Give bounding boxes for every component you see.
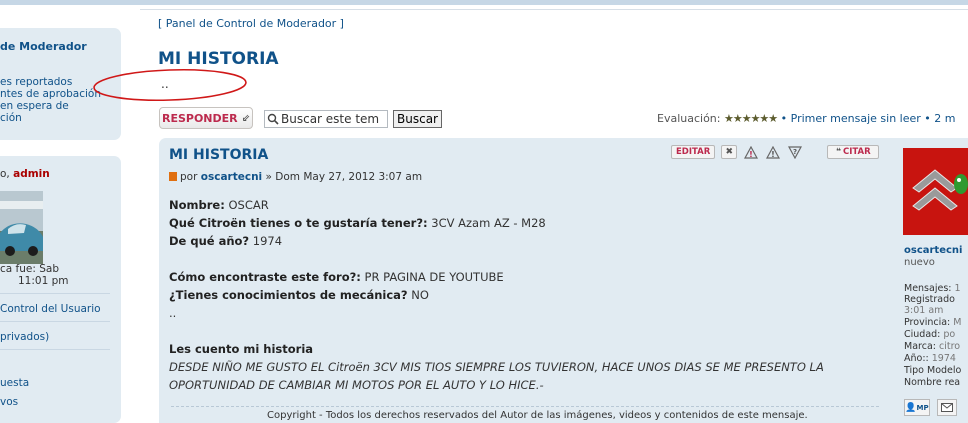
content-line: De qué año? 1974	[169, 234, 283, 248]
sidebar-item-waiting-cont[interactable]: ción	[0, 112, 22, 124]
profile-field: Mensajes: 1	[904, 283, 961, 294]
post-date: » Dom May 27, 2012 3:07 am	[265, 171, 423, 183]
greeting-prefix: o,	[0, 168, 14, 180]
content-line: Cómo encontraste este foro?: PR PAGINA D…	[169, 270, 504, 284]
content-line: Nombre: OSCAR	[169, 198, 269, 212]
svg-text:!: !	[749, 150, 753, 159]
sidebar-link-ucp[interactable]: Control del Usuario	[0, 303, 101, 315]
sidebar-item-waiting[interactable]: en espera de	[0, 100, 69, 112]
topic-rating-row: Evaluación: ★★★★★★ • Primer mensaje sin …	[657, 112, 955, 125]
quote-button[interactable]: ❝ CITAR	[827, 145, 880, 159]
report-icon[interactable]: !	[765, 145, 781, 159]
rating-label: Evaluación:	[657, 112, 721, 125]
top-border	[0, 0, 968, 5]
post-author-link[interactable]: oscartecni	[201, 171, 262, 183]
citroen-logo-icon	[903, 148, 968, 235]
meta-prefix: por	[180, 171, 198, 183]
email-button[interactable]	[937, 399, 957, 416]
sidebar-item-reported[interactable]: es reportados	[0, 76, 72, 88]
story-title: Les cuento mi historia	[169, 342, 314, 356]
quote-button-label: CITAR	[842, 147, 871, 157]
content-line: ¿Tienes conocimientos de mecánica? NO	[169, 288, 429, 302]
profile-field: 3:01 am	[904, 305, 944, 316]
post-icon[interactable]	[169, 172, 177, 181]
profile-rank: nuevo	[904, 257, 935, 268]
search-button[interactable]: Buscar	[393, 110, 442, 128]
sidebar-link-private-messages[interactable]: privados)	[0, 331, 49, 343]
signature-divider	[171, 406, 879, 407]
info-icon[interactable]: ?	[787, 145, 803, 159]
car-photo-icon	[0, 191, 43, 264]
moderator-panel: de Moderador es reportados ntes de aprob…	[0, 28, 121, 140]
profile-field: Ciudad: po	[904, 329, 956, 340]
warn-icon[interactable]: !	[743, 145, 759, 159]
user-avatar	[0, 191, 43, 264]
profile-field: Año:: 1974	[904, 353, 956, 364]
post-buttons: EDITAR ✖ ! ! ? ❝ CITAR	[671, 145, 880, 159]
story-line: OPORTUNIDAD DE CAMBIAR MI MOTOS POR EL A…	[169, 378, 544, 392]
post-meta: por oscartecni » Dom May 27, 2012 3:07 a…	[169, 171, 422, 183]
sidebar: de Moderador es reportados ntes de aprob…	[0, 0, 140, 423]
pagination-info[interactable]: • 2 m	[924, 112, 955, 125]
reply-arrow-icon: ⇙	[241, 112, 251, 124]
reply-button[interactable]: RESPONDER ⇙	[159, 107, 253, 129]
user-greeting: o, admin	[0, 168, 50, 180]
sidebar-link-new[interactable]: vos	[0, 396, 18, 408]
story-line: DESDE NIÑO ME GUSTO EL Citroën 3CV MIS T…	[169, 360, 824, 374]
sidebar-item-pending-approval[interactable]: ntes de aprobación	[0, 88, 101, 100]
edit-button[interactable]: EDITAR	[671, 145, 716, 159]
sidebar-divider	[0, 349, 110, 350]
signature-copyright: Copyright - Todos los derechos reservado…	[267, 410, 808, 421]
sidebar-link-search[interactable]: uesta	[0, 377, 29, 389]
user-icon: 👤	[905, 402, 917, 413]
content-dots: ..	[169, 306, 177, 320]
profile-field: Marca: citro	[904, 341, 961, 352]
topic-search-box[interactable]	[264, 110, 388, 128]
svg-text:?: ?	[793, 148, 797, 156]
profile-field: Tipo Modelo	[904, 365, 962, 376]
quote-mark-icon: ❝	[835, 147, 841, 157]
sidebar-divider	[0, 293, 110, 294]
moderator-panel-title[interactable]: de Moderador	[0, 40, 87, 53]
topic-search-input[interactable]	[279, 112, 385, 126]
mail-icon	[941, 403, 953, 412]
profile-username[interactable]: oscartecni	[904, 245, 962, 256]
profile-avatar[interactable]	[903, 148, 968, 235]
last-visit-time: 11:01 pm	[18, 275, 69, 287]
post-content: Nombre: OSCAR Qué Citroën tienes o te gu…	[169, 196, 879, 394]
delete-icon[interactable]: ✖	[721, 145, 738, 159]
profile-field: Provincia: M	[904, 317, 962, 328]
first-unread-link[interactable]: • Primer mensaje sin leer	[781, 112, 921, 125]
sidebar-divider	[0, 321, 110, 322]
profile-field: Nombre rea	[904, 377, 961, 388]
post-profile: oscartecni nuevo Mensajes: 1 Registrado …	[903, 145, 968, 423]
top-divider	[140, 9, 968, 10]
post-title[interactable]: MI HISTORIA	[169, 147, 268, 163]
username-link[interactable]: admin	[13, 168, 50, 180]
post: MI HISTORIA EDITAR ✖ ! ! ? ❝ CITAR por os…	[159, 138, 968, 423]
reply-button-label: RESPONDER	[161, 111, 238, 125]
rating-stars-icon[interactable]: ★★★★★★	[724, 112, 778, 125]
search-icon	[267, 113, 279, 125]
page-title[interactable]: MI HISTORIA	[158, 49, 279, 69]
topic-excerpt: ..	[161, 77, 169, 91]
content-line: Qué Citroën tienes o te gustaría tener?:…	[169, 216, 546, 230]
last-visit-label: ca fue: Sab	[0, 263, 59, 275]
breadcrumb[interactable]: [ Panel de Control de Moderador ]	[158, 17, 344, 30]
pm-label: MP	[916, 403, 929, 412]
svg-text:!: !	[771, 150, 775, 159]
profile-field: Registrado	[904, 294, 955, 305]
private-message-button[interactable]: 👤 MP	[904, 399, 930, 416]
user-panel: o, admin ca fue: Sab 11:01 pm Control de…	[0, 156, 121, 423]
